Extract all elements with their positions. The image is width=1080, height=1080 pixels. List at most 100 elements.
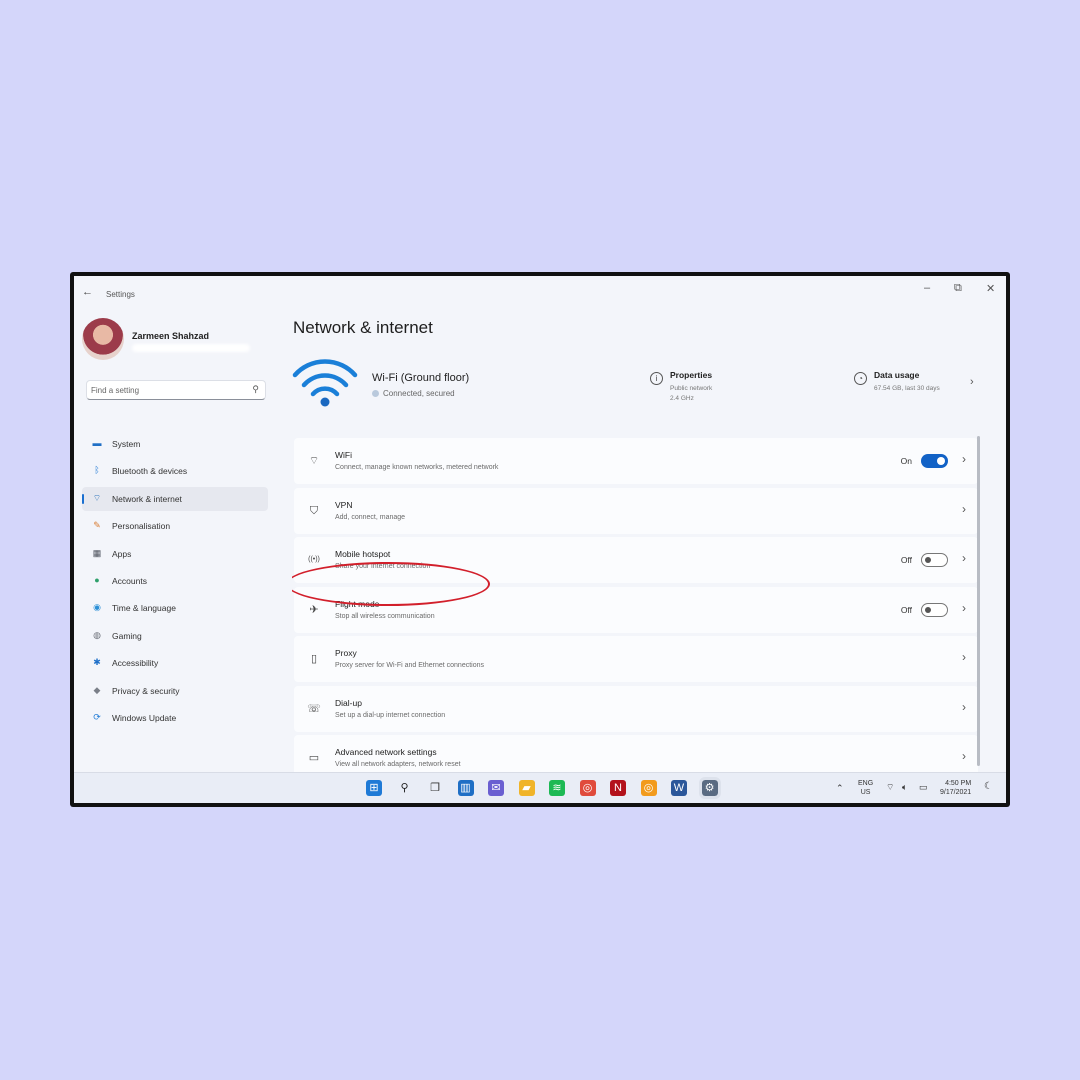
taskbar-teams-chat-icon[interactable]: ✉	[488, 780, 504, 796]
card-subtitle: Stop all wireless communication	[335, 612, 435, 620]
maximize-button[interactable]: ⧉	[954, 282, 962, 295]
toggle-state-label: Off	[900, 555, 912, 565]
sidebar-item-accessibility[interactable]: ✱ Accessibility	[82, 651, 268, 675]
taskbar-word-icon[interactable]: W	[671, 780, 687, 796]
sidebar-item-gaming[interactable]: ◍ Gaming	[82, 624, 268, 648]
sidebar-item-label: Gaming	[112, 630, 142, 641]
clock[interactable]: 4:50 PM 9/17/2021	[940, 779, 971, 797]
search-icon[interactable]: ⚲	[252, 384, 259, 395]
sidebar-item-label: Network & internet	[112, 493, 182, 504]
toggle-state-label: On	[900, 456, 912, 466]
taskbar-task-view-icon[interactable]: ❐	[427, 780, 443, 796]
toggle-switch[interactable]	[921, 553, 948, 567]
user-name: Zarmeen Shahzad	[132, 331, 210, 341]
chevron-right-icon[interactable]: ›	[962, 700, 966, 714]
vpn-shield-icon: ⛉	[309, 504, 319, 517]
sidebar-item-windows-update[interactable]: ⟳ Windows Update	[82, 706, 268, 730]
sidebar-item-personalisation[interactable]: ✎ Personalisation	[82, 514, 268, 538]
data-usage-detail: 67.54 GB, last 30 days	[874, 385, 940, 392]
sidebar-item-label: Bluetooth & devices	[112, 466, 188, 477]
card-subtitle: Connect, manage known networks, metered …	[335, 464, 499, 471]
toggle-switch[interactable]	[921, 454, 948, 468]
chevron-right-icon[interactable]: ›	[962, 749, 966, 763]
card-subtitle: Set up a dial-up internet connection	[335, 711, 446, 719]
sidebar-item-label: System	[112, 439, 141, 449]
title-bar: ← Settings – ⧉ ✕	[74, 276, 1006, 306]
wifi-tray-icon[interactable]: ⌔	[886, 783, 894, 792]
properties-network-type: Public network	[670, 385, 713, 392]
card-title: Dial-up	[335, 697, 362, 708]
sidebar-item-apps[interactable]: ▦ Apps	[82, 542, 268, 566]
chevron-right-icon[interactable]: ›	[970, 376, 974, 388]
search-input[interactable]	[91, 383, 241, 397]
taskbar-widgets-icon[interactable]: ▥	[457, 780, 474, 796]
properties-band: 2.4 GHz	[670, 395, 694, 402]
card-subtitle: Add, connect, manage	[335, 513, 406, 521]
sidebar-item-label: Time & language	[112, 603, 176, 614]
card-subtitle: View all network adapters, network reset	[335, 761, 461, 768]
search-box[interactable]: ⚲	[86, 380, 266, 400]
pie-chart-icon: ◔	[854, 372, 867, 385]
sidebar-item-label: Personalisation	[112, 521, 171, 532]
screenshot-frame: ← Settings – ⧉ ✕ Zarmeen Shahzad ⚲ ▬ Syst…	[70, 272, 1010, 807]
sidebar-item-accounts[interactable]: ● Accounts	[82, 569, 268, 593]
card-title: Mobile hotspot	[335, 549, 391, 559]
taskbar-spotify-icon[interactable]: ≋	[549, 780, 565, 796]
notifications-icon[interactable]: ☾	[984, 782, 993, 792]
chevron-up-icon[interactable]: ⌃	[836, 784, 844, 793]
chevron-right-icon[interactable]: ›	[962, 650, 966, 664]
toggle-state-label: Off	[900, 604, 912, 615]
settings-card-dial-up[interactable]: ☏ Dial-up Set up a dial-up internet connec…	[294, 685, 978, 732]
settings-card-proxy[interactable]: ▯ Proxy Proxy server for Wi-Fi and Etherne…	[294, 636, 978, 682]
sidebar-item-network-internet[interactable]: ⌔ Network & internet	[82, 486, 268, 511]
chevron-right-icon[interactable]: ›	[962, 601, 966, 615]
language-indicator[interactable]: ENG US	[858, 779, 873, 797]
taskbar-search-icon[interactable]: ⚲	[397, 780, 413, 796]
clock-date: 9/17/2021	[940, 789, 972, 796]
window-title: Settings	[106, 290, 135, 299]
proxy-icon: ▯	[310, 653, 318, 665]
properties-title: Properties	[670, 370, 713, 380]
card-title: Proxy	[335, 648, 357, 658]
minimize-button[interactable]: –	[924, 282, 930, 294]
wifi-large-icon	[292, 359, 358, 407]
settings-card-advanced-network-settings[interactable]: ▭ Advanced network settings View all netwo…	[294, 735, 978, 776]
battery-icon[interactable]: ▭	[919, 783, 928, 792]
taskbar-chrome-canary-icon[interactable]: ◎	[640, 780, 657, 796]
page-title: Network & internet	[293, 318, 433, 337]
toggle-switch[interactable]	[921, 602, 948, 617]
chevron-right-icon[interactable]: ›	[962, 502, 966, 516]
back-arrow-icon[interactable]: ←	[82, 286, 93, 298]
main-content: Network & internet Wi-Fi (Ground floor) …	[292, 306, 982, 776]
settings-card-vpn[interactable]: ⛉ VPN Add, connect, manage ›	[294, 487, 978, 534]
volume-icon[interactable]: 🔈︎	[902, 783, 907, 792]
close-button[interactable]: ✕	[986, 282, 995, 295]
highlight-circle-annotation	[292, 562, 490, 606]
active-indicator	[82, 493, 84, 504]
taskbar-windows-start-icon[interactable]: ⊞	[366, 780, 382, 796]
language-code: ENG	[858, 780, 874, 787]
avatar[interactable]	[82, 318, 124, 360]
sidebar-item-system[interactable]: ▬ System	[82, 432, 268, 456]
scrollbar[interactable]	[977, 436, 980, 766]
taskbar-file-explorer-icon[interactable]: ▰	[518, 780, 535, 796]
sidebar-item-label: Accounts	[112, 576, 147, 586]
taskbar-chrome-icon[interactable]: ◎	[579, 780, 596, 796]
sidebar-item-privacy-security[interactable]: ◆ Privacy & security	[82, 679, 268, 703]
monitor-icon: ▬	[92, 438, 102, 448]
wifi-network-name: Wi-Fi (Ground floor)	[372, 372, 470, 384]
sidebar-item-bluetooth-devices[interactable]: ᛒ Bluetooth & devices	[82, 459, 268, 483]
taskbar-settings-icon[interactable]: ⚙	[698, 777, 721, 799]
card-title: VPN	[335, 499, 353, 510]
apps-icon: ▦	[92, 547, 102, 558]
chevron-right-icon[interactable]: ›	[962, 452, 966, 466]
sidebar-item-time-language[interactable]: ◉ Time & language	[82, 596, 268, 620]
settings-card-wifi[interactable]: ⌔ WiFi Connect, manage known networks, met…	[294, 438, 978, 484]
update-icon: ⟳	[93, 712, 101, 722]
sidebar-item-label: Apps	[112, 548, 132, 559]
chevron-right-icon[interactable]: ›	[962, 551, 966, 565]
wifi-status-text: Connected, secured	[383, 389, 455, 398]
region-code: US	[860, 789, 871, 796]
user-email-redacted	[132, 344, 250, 352]
taskbar-netflix-icon[interactable]: N	[610, 780, 626, 796]
